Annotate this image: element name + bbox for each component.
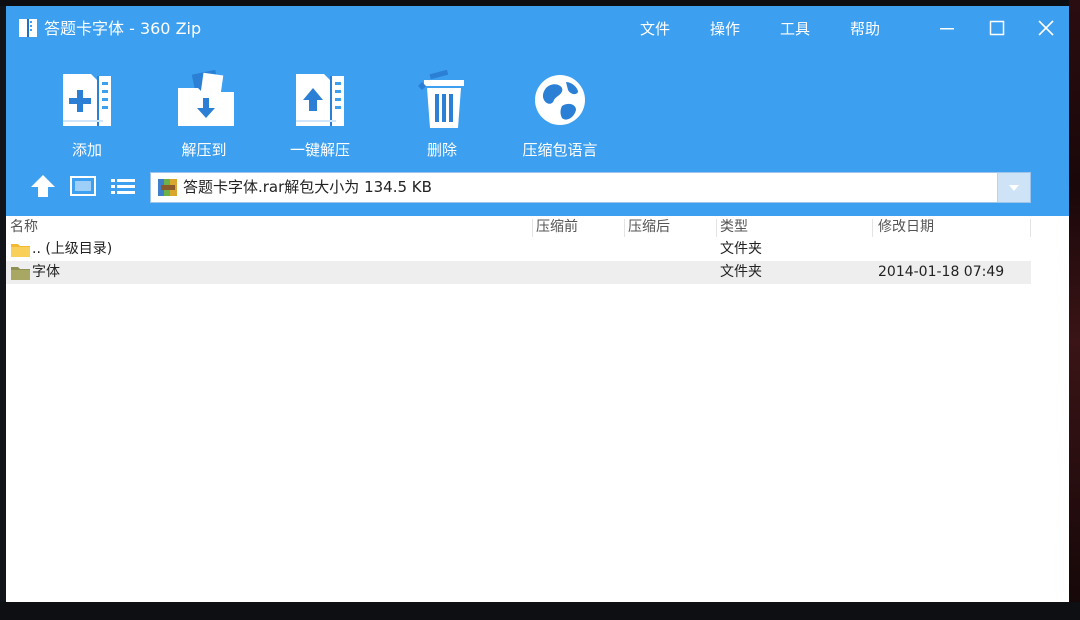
add-label: 添加 [71,141,102,159]
table-row[interactable]: 字体 文件夹 2014-01-18 07:49 [6,261,1031,284]
maximize-button[interactable] [982,14,1012,42]
one-click-extract-icon [296,74,344,126]
one-click-extract-button[interactable]: 一键解压 [270,68,370,160]
folder-icon [11,267,30,280]
up-level-button[interactable] [29,173,57,199]
file-type: 文件夹 [720,264,762,280]
archive-language-button[interactable]: 压缩包语言 [510,68,610,160]
column-divider[interactable] [532,219,533,237]
path-dropdown-button[interactable] [997,173,1030,202]
close-icon [1038,20,1054,36]
file-name: .. (上级目录) [32,241,113,257]
column-divider[interactable] [872,219,873,237]
delete-button[interactable]: 删除 [392,68,492,160]
maximize-icon [989,20,1005,36]
zip-app-icon [19,19,37,37]
column-type[interactable]: 类型 [720,216,748,238]
one-click-extract-label: 一键解压 [289,141,350,159]
window-title: 答题卡字体 - 360 Zip [44,19,202,38]
desktop-background-right [1069,0,1080,620]
trash-icon [418,70,464,128]
column-name[interactable]: 名称 [10,216,38,238]
file-name: 字体 [32,264,60,280]
view-list-icon [111,179,135,194]
view-thumbnail-icon [70,176,96,196]
table-row[interactable]: .. (上级目录) 文件夹 [6,238,1031,261]
chevron-down-icon [1009,185,1019,191]
file-type: 文件夹 [720,241,762,257]
menu-tools[interactable]: 工具 [780,19,810,39]
column-size-after[interactable]: 压缩后 [628,216,670,238]
column-divider[interactable] [624,219,625,237]
archive-language-label: 压缩包语言 [522,141,598,159]
menu-help[interactable]: 帮助 [850,19,880,39]
globe-icon [535,75,585,125]
minimize-icon [940,28,954,30]
delete-label: 删除 [426,141,457,159]
add-button[interactable]: 添加 [37,68,137,160]
folder-icon [11,244,30,257]
column-size-before[interactable]: 压缩前 [536,216,578,238]
extract-to-label: 解压到 [181,141,227,159]
arrow-up-icon [31,175,55,197]
thumbnail-view-button[interactable] [69,173,97,199]
path-bar[interactable]: 答题卡字体.rar解包大小为 134.5 KB [150,172,1031,203]
column-modified-date[interactable]: 修改日期 [878,216,934,238]
file-modified-date: 2014-01-18 07:49 [878,264,1005,280]
menu-file[interactable]: 文件 [640,19,670,39]
menu-operation[interactable]: 操作 [710,19,740,39]
path-text: 答题卡字体.rar解包大小为 134.5 KB [183,178,432,196]
desktop-background-bottom [0,602,1080,620]
rar-archive-icon [158,179,177,196]
add-file-icon [63,74,111,126]
minimize-button[interactable] [932,14,962,42]
file-list-header: 名称 压缩前 压缩后 类型 修改日期 [6,216,1069,238]
column-divider[interactable] [716,219,717,237]
column-divider[interactable] [1030,219,1031,237]
header-panel: 答题卡字体 - 360 Zip 文件 操作 工具 帮助 添加 解压到 一键解压 … [6,6,1069,216]
app-window: 答题卡字体 - 360 Zip 文件 操作 工具 帮助 添加 解压到 一键解压 … [6,6,1069,602]
list-view-button[interactable] [109,173,137,199]
extract-to-icon [178,70,234,126]
extract-to-button[interactable]: 解压到 [154,68,254,160]
close-button[interactable] [1031,14,1061,42]
